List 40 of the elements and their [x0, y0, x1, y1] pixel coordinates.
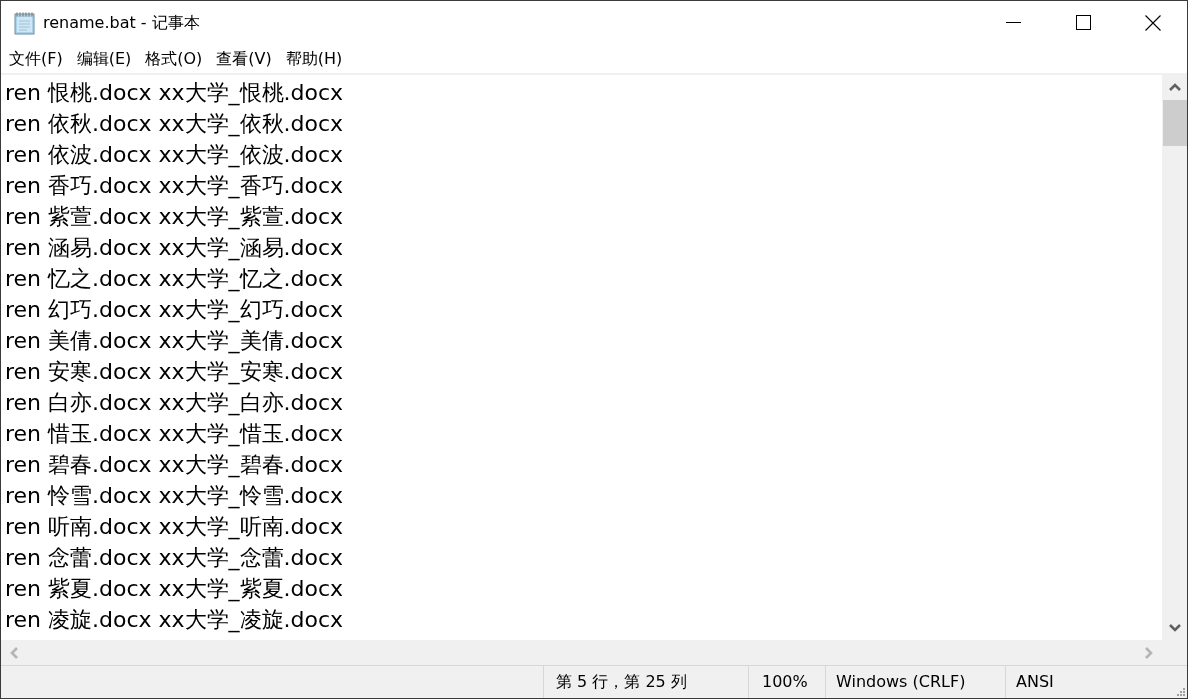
text-line: ren 怜雪.docx xx大学_怜雪.docx	[5, 482, 344, 511]
notepad-icon	[14, 10, 35, 35]
text-line: ren 惜玉.docx xx大学_惜玉.docx	[5, 420, 344, 449]
scrollbar-thumb[interactable]	[1162, 100, 1187, 146]
text-line: ren 安寒.docx xx大学_安寒.docx	[5, 358, 344, 387]
menu-item[interactable]: 文件(F)	[2, 45, 70, 72]
line-ending: Windows (CRLF)	[836, 674, 966, 690]
text-line: ren 听南.docx xx大学_听南.docx	[5, 513, 344, 542]
chevron-left-icon	[10, 646, 19, 659]
text-line: ren 依秋.docx xx大学_依秋.docx	[5, 110, 344, 139]
text-line: ren 念蕾.docx xx大学_念蕾.docx	[5, 544, 344, 573]
menu-item[interactable]: 帮助(H)	[278, 45, 350, 72]
maximize-icon	[1075, 15, 1091, 30]
text-line: ren 紫夏.docx xx大学_紫夏.docx	[5, 575, 344, 604]
chevron-right-icon	[1144, 646, 1153, 659]
cursor-position: 第 5 行，第 25 列	[556, 674, 687, 690]
chevron-up-icon	[1168, 83, 1181, 92]
text-line: ren 香巧.docx xx大学_香巧.docx	[5, 172, 344, 201]
text-line: ren 美倩.docx xx大学_美倩.docx	[5, 327, 344, 356]
text-line: ren 忆之.docx xx大学_忆之.docx	[5, 265, 344, 294]
text-line: ren 幻巧.docx xx大学_幻巧.docx	[5, 296, 344, 325]
minimize-icon	[1005, 22, 1021, 23]
menu-item[interactable]: 查看(V)	[209, 45, 279, 72]
resize-grip-icon[interactable]	[1176, 687, 1185, 696]
text-line: ren 凌旋.docx xx大学_凌旋.docx	[5, 606, 344, 635]
text-line: ren 涵易.docx xx大学_涵易.docx	[5, 234, 344, 263]
menu-item[interactable]: 编辑(E)	[69, 45, 139, 72]
text-line: ren 碧春.docx xx大学_碧春.docx	[5, 451, 344, 480]
encoding: ANSI	[1016, 674, 1054, 690]
zoom-level: 100%	[762, 674, 808, 690]
horizontal-scrollbar[interactable]	[1, 640, 1162, 665]
window-title: rename.bat - 记事本	[43, 14, 200, 31]
text-line: ren 恨桃.docx xx大学_恨桃.docx	[5, 79, 344, 108]
text-line: ren 紫萱.docx xx大学_紫萱.docx	[5, 203, 344, 232]
text-line: ren 依波.docx xx大学_依波.docx	[5, 141, 344, 170]
close-icon	[1144, 14, 1161, 31]
vertical-scrollbar[interactable]	[1162, 75, 1187, 640]
chevron-down-icon	[1168, 623, 1181, 632]
menu-item[interactable]: 格式(O)	[138, 45, 210, 72]
text-line: ren 白亦.docx xx大学_白亦.docx	[5, 389, 344, 418]
